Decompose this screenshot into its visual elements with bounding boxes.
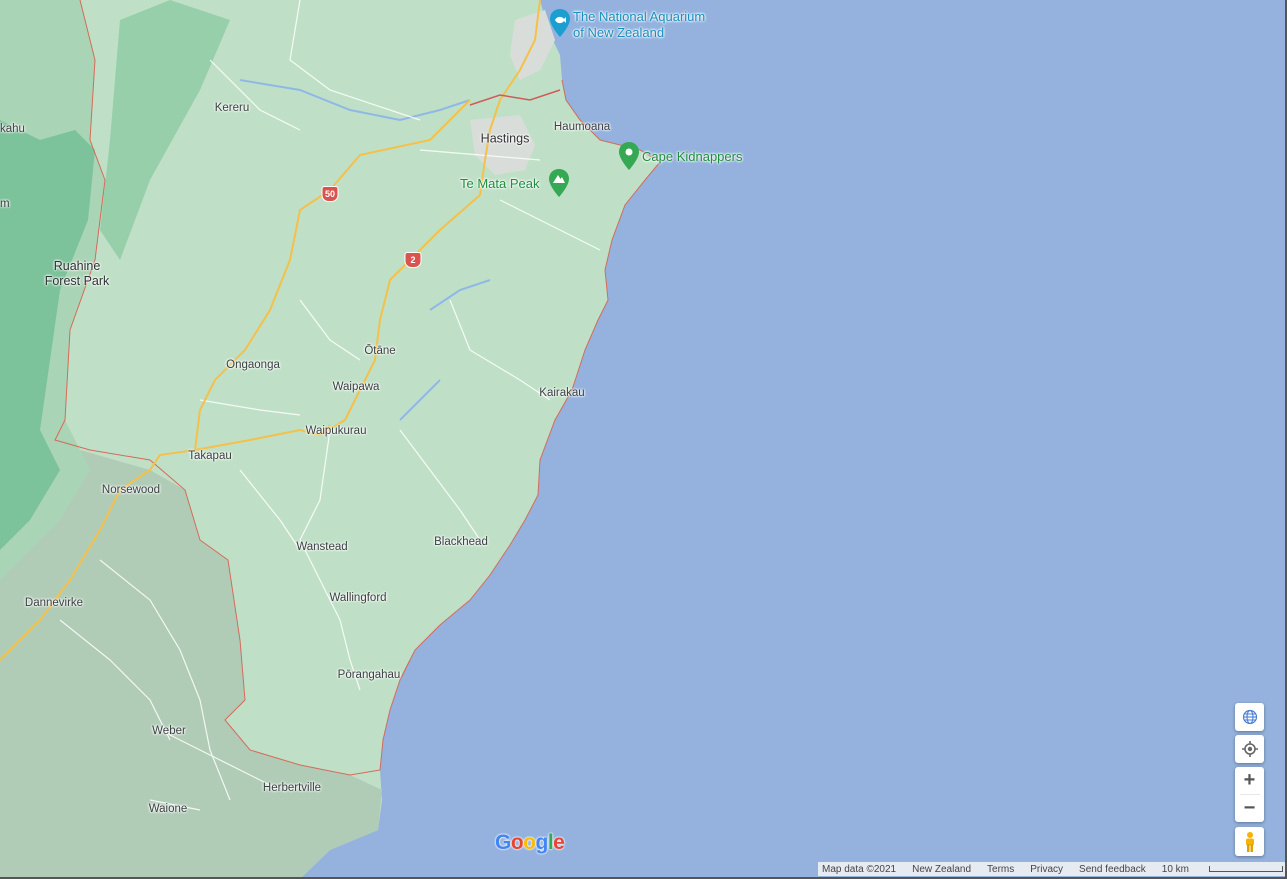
place-label-norsewood: Norsewood bbox=[101, 484, 161, 497]
aquarium-icon[interactable] bbox=[549, 8, 571, 38]
globe-button[interactable] bbox=[1235, 703, 1264, 731]
route-shield-50: 50 bbox=[321, 186, 339, 202]
privacy-link[interactable]: Privacy bbox=[1030, 864, 1063, 875]
scale-bar bbox=[1209, 865, 1283, 872]
place-label-ruahine-forest-park: Ruahine Forest Park bbox=[44, 259, 110, 288]
globe-icon bbox=[1242, 709, 1257, 725]
map-pin-icon[interactable] bbox=[618, 141, 640, 171]
region-link[interactable]: New Zealand bbox=[912, 864, 971, 875]
poi-label-cape-kidnappers[interactable]: Cape Kidnappers bbox=[642, 149, 742, 165]
pegman-button[interactable] bbox=[1235, 827, 1264, 856]
zoom-control: + − bbox=[1235, 767, 1264, 822]
google-logo-letter: o bbox=[510, 831, 524, 854]
google-logo-letter: G bbox=[495, 831, 511, 854]
place-label-kairakau: Kairakau bbox=[539, 387, 585, 400]
place-label-kereru: Kereru bbox=[214, 102, 250, 115]
zoom-out-button[interactable]: − bbox=[1235, 795, 1264, 822]
place-label-otane: Ōtāne bbox=[364, 345, 396, 358]
my-location-icon bbox=[1241, 741, 1258, 757]
place-label-waipawa: Waipawa bbox=[332, 381, 380, 394]
place-label-haumoana: Haumoana bbox=[553, 121, 611, 134]
scale-label: 10 km bbox=[1161, 863, 1189, 875]
map-canvas[interactable] bbox=[0, 0, 1287, 879]
scale-indicator[interactable]: 10 km bbox=[1162, 864, 1287, 875]
place-label-blackhead: Blackhead bbox=[434, 536, 488, 549]
place-label-porangahau: Pōrangahau bbox=[337, 669, 401, 682]
terms-link[interactable]: Terms bbox=[987, 864, 1014, 875]
place-label-weber: Weber bbox=[152, 725, 186, 738]
zoom-in-button[interactable]: + bbox=[1235, 767, 1264, 794]
google-logo-letter: o bbox=[523, 831, 536, 854]
send-feedback-link[interactable]: Send feedback bbox=[1079, 864, 1146, 875]
place-label-dannevirke: Dannevirke bbox=[24, 597, 84, 610]
place-label-edge-m: m bbox=[0, 198, 10, 211]
pegman-icon bbox=[1245, 831, 1254, 852]
place-label-ongaonga: Ongaonga bbox=[226, 359, 280, 372]
route-shield-2: 2 bbox=[404, 252, 422, 268]
place-label-waipukurau: Waipukurau bbox=[305, 425, 367, 438]
place-label-hastings: Hastings bbox=[480, 131, 530, 146]
google-logo-letter: e bbox=[553, 831, 565, 854]
map-data-label: Map data ©2021 bbox=[822, 863, 897, 875]
my-location-button[interactable] bbox=[1235, 735, 1264, 763]
place-label-edge-kahu: kahu bbox=[0, 123, 25, 136]
mountain-icon[interactable] bbox=[548, 168, 570, 198]
place-label-wanstead: Wanstead bbox=[296, 541, 348, 554]
place-label-wallingford: Wallingford bbox=[329, 592, 387, 605]
place-label-herbertville: Herbertville bbox=[262, 782, 322, 795]
poi-label-aquarium[interactable]: The National Aquarium of New Zealand bbox=[573, 9, 705, 40]
google-logo: Google bbox=[495, 831, 565, 855]
google-logo-letter: g bbox=[535, 831, 549, 854]
poi-label-te-mata-peak[interactable]: Te Mata Peak bbox=[460, 176, 540, 192]
attribution-bar: Map data ©2021 New Zealand Terms Privacy… bbox=[818, 862, 1285, 876]
place-label-waione: Waione bbox=[148, 803, 188, 816]
place-label-takapau: Takapau bbox=[188, 450, 232, 463]
